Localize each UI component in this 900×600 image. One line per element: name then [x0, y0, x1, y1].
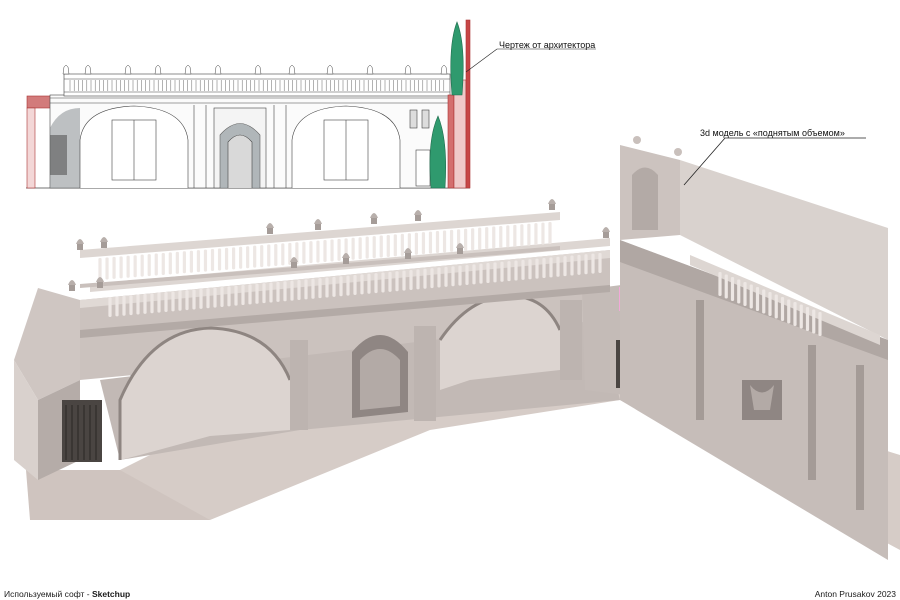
3d-model-render — [14, 136, 900, 560]
drawing-callout-label: Чертеж от архитектора — [499, 40, 596, 50]
author-credit: Anton Prusakov 2023 — [814, 589, 896, 599]
model-callout-label: 3d модель с «поднятым объемом» — [700, 128, 845, 138]
software-name: Sketchup — [91, 589, 131, 599]
software-prefix: Используемый софт - — [4, 589, 92, 599]
software-credit: Используемый софт - Sketchup — [4, 589, 130, 599]
drawing-urns — [62, 65, 448, 75]
illustration-canvas — [14, 19, 900, 560]
